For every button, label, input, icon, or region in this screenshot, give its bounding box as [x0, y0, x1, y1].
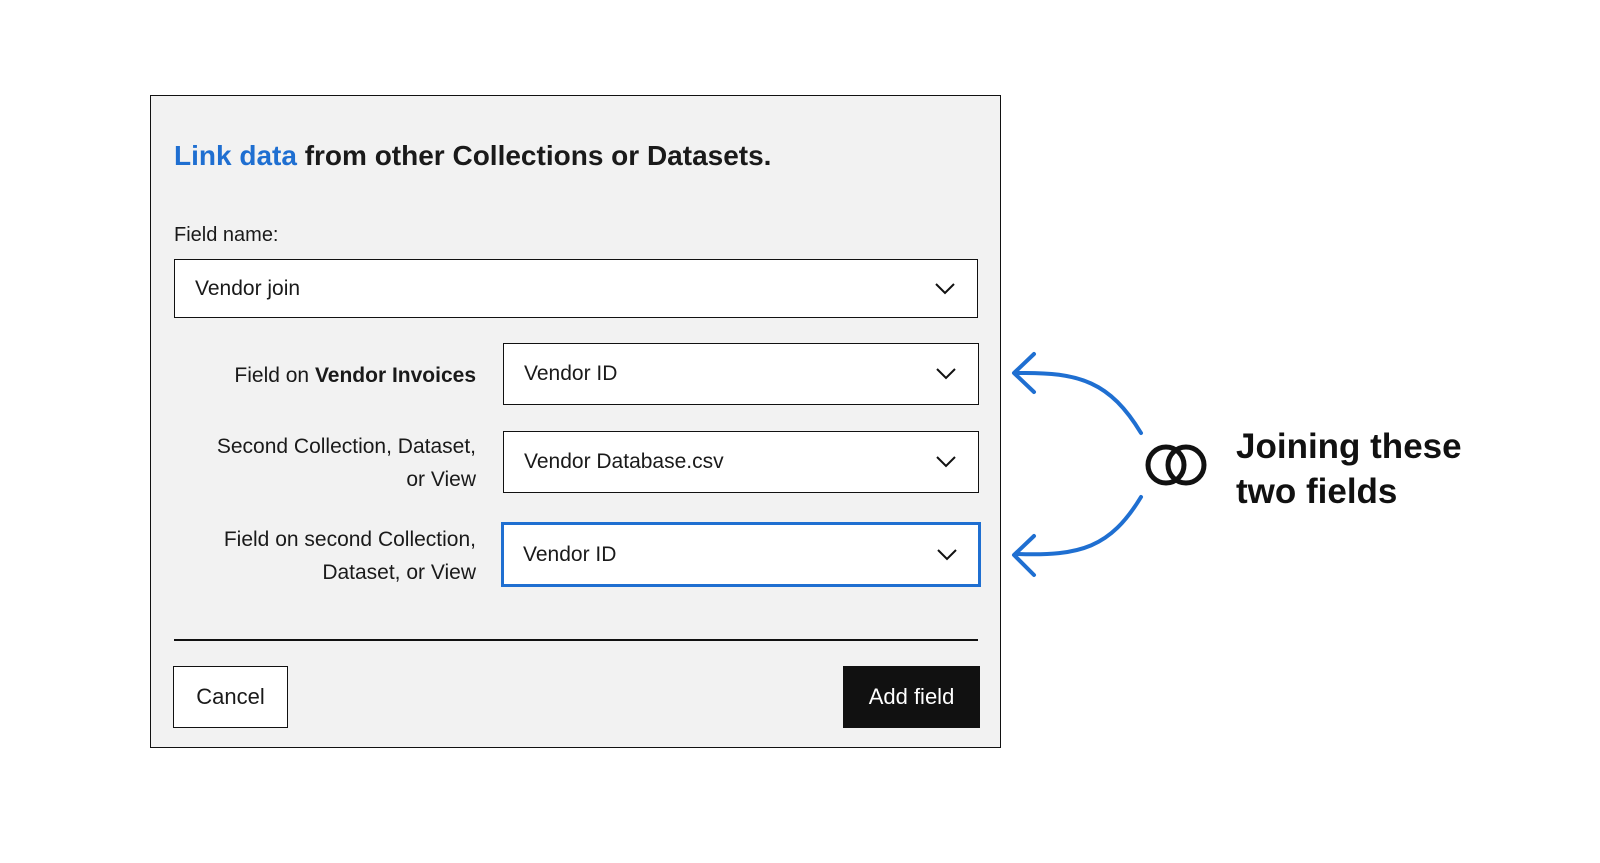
second-collection-label: Second Collection, Dataset, or View	[217, 430, 476, 496]
chevron-down-icon	[936, 368, 956, 380]
footer-divider	[174, 639, 978, 641]
dialog-title: Link data from other Collections or Data…	[174, 140, 771, 172]
chevron-down-icon	[936, 456, 956, 468]
first-field-select[interactable]: Vendor ID	[503, 343, 979, 405]
second-collection-label-line1: Second Collection, Dataset,	[216, 435, 476, 458]
second-collection-select[interactable]: Vendor Database.csv	[503, 431, 979, 493]
lower-arrow	[1012, 495, 1143, 577]
link-rings-icon	[1145, 444, 1207, 486]
first-collection-name: Vendor Invoices	[314, 364, 476, 387]
second-field-label-line1: Field on second Collection,	[223, 528, 476, 551]
annotation-line2: two fields	[1236, 472, 1398, 511]
second-field-select[interactable]: Vendor ID	[501, 522, 981, 587]
link-data-dialog: Link data from other Collections or Data…	[150, 95, 1001, 748]
cancel-button[interactable]: Cancel	[173, 666, 288, 728]
dialog-title-accent: Link data	[174, 140, 297, 171]
add-field-button[interactable]: Add field	[843, 666, 980, 728]
field-name-value: Vendor join	[195, 276, 301, 300]
upper-arrow	[1012, 352, 1143, 435]
first-field-label: Field on Vendor Invoices	[234, 359, 476, 392]
second-field-label: Field on second Collection, Dataset, or …	[224, 523, 476, 589]
annotation-text: Joining these two fields	[1236, 424, 1566, 514]
second-collection-label-line2: or View	[406, 468, 476, 491]
field-name-select[interactable]: Vendor join	[174, 259, 978, 318]
stage: Link data from other Collections or Data…	[0, 0, 1600, 863]
dialog-title-rest: from other Collections or Datasets.	[296, 140, 772, 171]
annotation-line1: Joining these	[1236, 427, 1462, 466]
first-field-value: Vendor ID	[524, 362, 618, 385]
second-collection-value: Vendor Database.csv	[524, 450, 724, 473]
chevron-down-icon	[937, 548, 957, 560]
chevron-down-icon	[935, 282, 955, 294]
field-name-label: Field name:	[174, 224, 279, 246]
first-field-label-prefix: Field on	[234, 364, 315, 387]
second-field-value: Vendor ID	[523, 542, 617, 566]
second-field-label-line2: Dataset, or View	[322, 561, 476, 584]
